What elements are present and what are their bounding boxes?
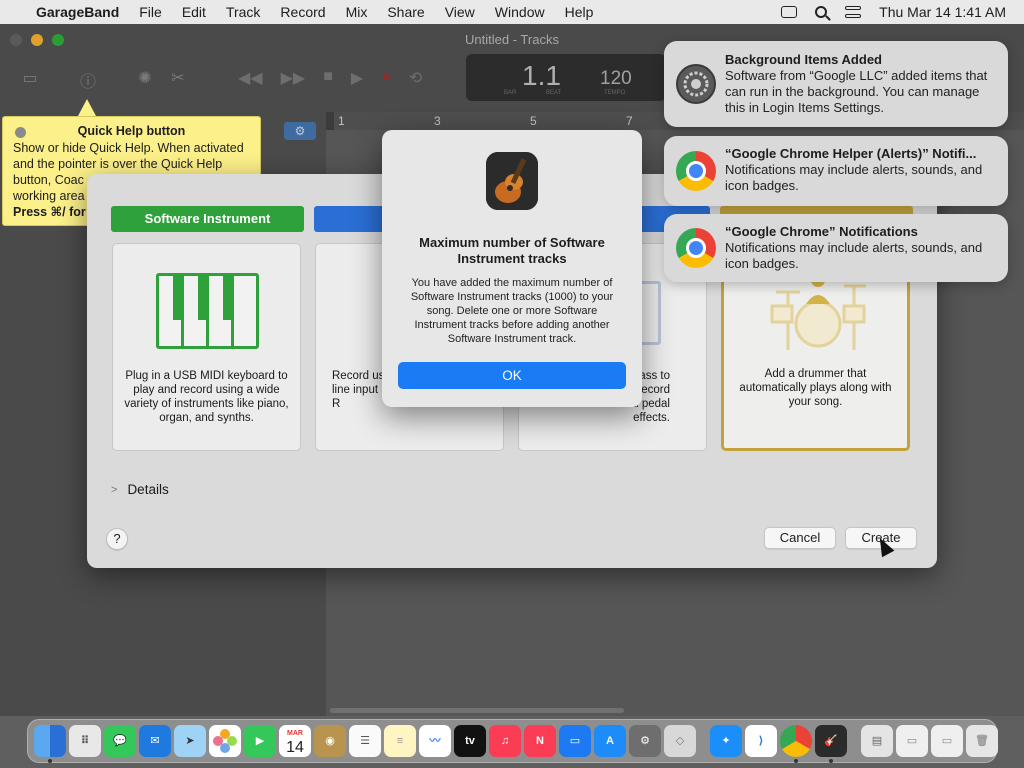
document-icon[interactable]: ▤ [861, 725, 893, 757]
safari-icon[interactable]: ✦ [710, 725, 742, 757]
screenshot-icon[interactable]: ▭ [896, 725, 928, 757]
calendar-day: 14 [286, 739, 304, 756]
keynote-icon[interactable]: ▭ [559, 725, 591, 757]
news-icon[interactable]: N [524, 725, 556, 757]
freeform-icon[interactable]: 〰 [419, 725, 451, 757]
menu-view[interactable]: View [445, 4, 475, 20]
menu-help[interactable]: Help [565, 4, 594, 20]
tab-software-instrument[interactable]: Software Instrument [111, 206, 304, 232]
ruler-mark: 3 [434, 114, 441, 128]
quick-help-close-icon[interactable] [15, 127, 26, 138]
menu-bar: GarageBand File Edit Track Record Mix Sh… [0, 0, 1024, 24]
maps-icon[interactable]: ➤ [174, 725, 206, 757]
ruler-mark: 5 [530, 114, 537, 128]
lcd-beat-label: BEAT [546, 90, 562, 96]
calendar-icon[interactable]: MAR 14 [279, 725, 311, 757]
music-icon[interactable]: ♫ [489, 725, 521, 757]
spotlight-search-icon[interactable] [815, 6, 828, 18]
downloads-icon[interactable]: ▭ [931, 725, 963, 757]
chrome-icon [676, 151, 716, 191]
messages-icon[interactable]: 💬 [104, 725, 136, 757]
card-description: Plug in a USB MIDI keyboard to play and … [124, 370, 289, 424]
transport-controls: ◀◀ ▶▶ ■ ▶ ● ⟲ [238, 68, 422, 88]
menu-edit[interactable]: Edit [182, 4, 206, 20]
cycle-icon[interactable]: ⟲ [409, 68, 422, 88]
lcd-display[interactable]: 1.1 120 BAR BEAT TEMPO [466, 54, 666, 101]
piano-keyboard-icon [156, 273, 259, 349]
menu-app-name[interactable]: GarageBand [36, 4, 119, 20]
facetime-icon[interactable]: ▶ [244, 725, 276, 757]
trash-icon[interactable]: 🗑 [966, 725, 998, 757]
help-button[interactable]: ? [106, 528, 128, 550]
lcd-bar-label: BAR [504, 90, 517, 96]
record-icon[interactable]: ● [381, 68, 391, 88]
editors-icon[interactable]: ✂ [168, 68, 188, 87]
screen-mirroring-icon[interactable] [781, 6, 798, 18]
menu-record[interactable]: Record [280, 4, 325, 20]
finder-icon[interactable] [34, 725, 66, 763]
chrome-dock-icon[interactable] [780, 725, 812, 763]
apple-tv-icon[interactable]: tv [454, 725, 486, 757]
notification-title: “Google Chrome Helper (Alerts)” Notifi..… [725, 146, 977, 161]
lcd-tempo-label: TEMPO [604, 90, 626, 96]
alert-title: Maximum number of Software Instrument tr… [419, 235, 605, 266]
control-center-icon[interactable] [845, 6, 862, 18]
mail-icon[interactable]: ✉ [139, 725, 171, 757]
dock: ⠿ 💬 ✉ ➤ ▶ MAR 14 ◉ ☰ ≡ 〰 tv ♫ N ▭ A ⚙ ◇ ✦… [27, 719, 998, 763]
library-icon[interactable]: ▭ [20, 68, 40, 87]
ok-button[interactable]: OK [398, 362, 626, 389]
details-label: Details [127, 482, 169, 497]
reminders-icon[interactable]: ☰ [349, 725, 381, 757]
notification-background-items[interactable]: Background Items Added Software from “Go… [664, 41, 1008, 127]
chevron-right-icon: > [111, 483, 118, 496]
max-tracks-alert: Maximum number of Software Instrument tr… [382, 130, 642, 407]
play-icon[interactable]: ▶ [351, 68, 363, 88]
drum-kit-icon [770, 273, 866, 350]
vscode-icon[interactable]: ⟩ [745, 725, 777, 757]
menu-mix[interactable]: Mix [346, 4, 368, 20]
notification-body: Notifications may include alerts, sounds… [725, 162, 983, 193]
smart-controls-icon[interactable]: ✺ [135, 68, 155, 87]
lcd-position: 1.1 [522, 60, 561, 91]
cancel-button[interactable]: Cancel [764, 527, 836, 549]
rewind-icon[interactable]: ◀◀ [238, 68, 263, 88]
card-software-instrument[interactable]: Plug in a USB MIDI keyboard to play and … [112, 243, 301, 451]
fast-forward-icon[interactable]: ▶▶ [281, 68, 306, 88]
quick-help-title: Quick Help button [77, 124, 186, 138]
ruler-mark: 7 [626, 114, 633, 128]
details-disclosure[interactable]: > Details [111, 482, 169, 497]
launchpad-icon[interactable]: ⠿ [69, 725, 101, 757]
lcd-tempo: 120 [600, 68, 632, 89]
system-settings-dock-icon[interactable]: ⚙ [629, 725, 661, 757]
menu-track[interactable]: Track [226, 4, 260, 20]
menu-file[interactable]: File [139, 4, 162, 20]
alert-message: You have added the maximum number of Sof… [410, 277, 614, 345]
photos-icon[interactable] [209, 725, 241, 757]
notification-title: Background Items Added [725, 52, 882, 67]
garageband-app-icon [486, 152, 538, 210]
system-settings-icon [676, 64, 716, 104]
garageband-dock-icon[interactable]: 🎸 [815, 725, 847, 763]
notification-chrome-helper[interactable]: “Google Chrome Helper (Alerts)” Notifi..… [664, 136, 1008, 206]
notification-google-chrome[interactable]: “Google Chrome” Notifications Notificati… [664, 214, 1008, 282]
notification-body: Software from “Google LLC” added items t… [725, 68, 988, 115]
card-description: Add a drummer that automatically plays a… [739, 368, 892, 408]
add-track-icon[interactable]: ⚙ [284, 122, 316, 140]
chrome-icon [676, 228, 716, 268]
horizontal-scrollbar[interactable] [330, 708, 624, 713]
preview-icon[interactable]: ◇ [664, 725, 696, 757]
contacts-icon[interactable]: ◉ [314, 725, 346, 757]
menu-window[interactable]: Window [495, 4, 545, 20]
app-store-icon[interactable]: A [594, 725, 626, 757]
stop-icon[interactable]: ■ [323, 68, 333, 88]
quick-help-pointer [78, 99, 96, 116]
ruler-mark: 1 [338, 114, 345, 128]
notification-body: Notifications may include alerts, sounds… [725, 240, 983, 271]
notification-title: “Google Chrome” Notifications [725, 224, 918, 239]
menu-clock[interactable]: Thu Mar 14 1:41 AM [879, 4, 1006, 20]
menu-share[interactable]: Share [387, 4, 424, 20]
notes-icon[interactable]: ≡ [384, 725, 416, 757]
quick-help-icon[interactable]: ⓘ [78, 68, 98, 91]
